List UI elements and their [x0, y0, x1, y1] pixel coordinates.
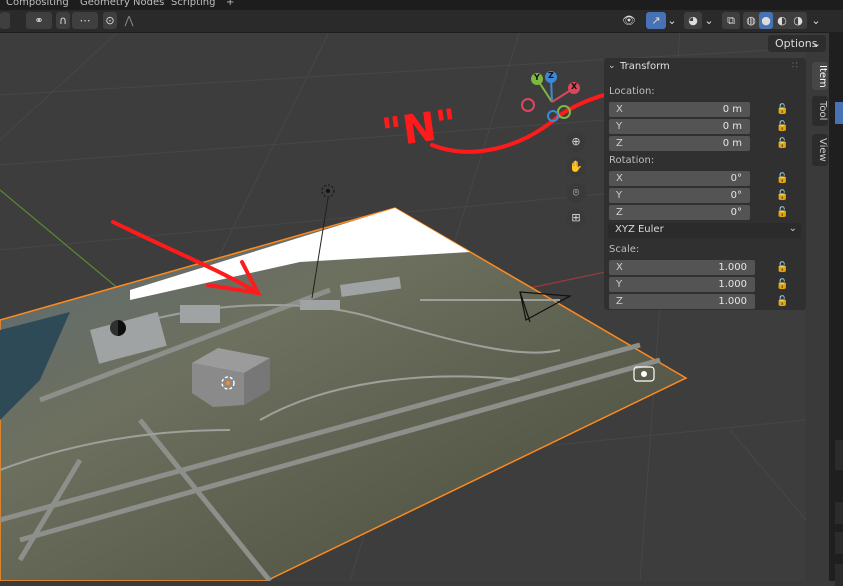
chevron-down-icon[interactable]: ⌄: [704, 12, 714, 29]
property-tab[interactable]: [835, 532, 843, 554]
axis-x-label: X: [571, 82, 578, 91]
wireframe-shading-icon[interactable]: ◍: [744, 12, 758, 29]
rotation-y-field[interactable]: Y 0°: [609, 188, 750, 203]
scale-label: Scale:: [609, 244, 640, 255]
transform-panel-title[interactable]: Transform: [620, 61, 670, 72]
axis-y-label: Y: [534, 73, 540, 82]
lock-icon[interactable]: 🔓: [776, 295, 788, 308]
zoom-icon: ⊕: [571, 135, 581, 148]
tab-view[interactable]: View: [812, 134, 828, 166]
lock-icon[interactable]: 🔓: [776, 206, 788, 219]
zoom-button[interactable]: ⊕: [566, 132, 586, 152]
terrain-plane: [0, 208, 686, 581]
xray-icon: ⧉: [727, 14, 735, 27]
rotation-x-field[interactable]: X 0°: [609, 171, 750, 186]
lock-icon[interactable]: 🔓: [776, 137, 788, 150]
link-icon: ⚭: [34, 14, 44, 27]
lock-icon[interactable]: 🔓: [776, 172, 788, 185]
gizmo-toggle[interactable]: ↗: [646, 12, 666, 29]
rotation-z-field[interactable]: Z 0°: [609, 205, 750, 220]
scale-y-field[interactable]: Y 1.000: [609, 277, 755, 292]
location-label: Location:: [609, 86, 655, 97]
ortho-toggle-button[interactable]: ⊞: [566, 208, 586, 228]
lock-icon[interactable]: 🔓: [776, 103, 788, 116]
solid-shading-icon[interactable]: ●: [759, 12, 773, 29]
lock-icon[interactable]: 🔓: [776, 261, 788, 274]
snap-toggle[interactable]: ∩: [56, 12, 70, 29]
shading-mode-group: ◍ ● ◐ ◑: [743, 12, 807, 29]
camera-icon: ⌾: [572, 186, 580, 199]
falloff-icon[interactable]: ⋀: [121, 12, 137, 29]
axis-z-label: Z: [548, 71, 554, 80]
snap-increment-icon: ⋯: [79, 14, 91, 27]
viewport-header: ⚭ ∩ ⋯ ⊙ ⋀ 👁 ↗ ⌄ ◕ ⌄ ⧉ ◍ ● ◐ ◑ ⌄: [0, 10, 843, 33]
chevron-down-icon: ⌄: [811, 37, 821, 50]
hand-pan-icon: ✋: [569, 160, 583, 173]
chevron-down-icon[interactable]: ⌄: [667, 12, 677, 29]
overlays-icon: ◕: [688, 14, 698, 27]
property-tab[interactable]: [835, 502, 843, 524]
chevron-down-icon[interactable]: ⌄: [608, 61, 616, 71]
grid-ortho-icon: ⊞: [571, 211, 581, 224]
lock-icon[interactable]: 🔓: [776, 278, 788, 291]
visibility-icon[interactable]: 👁: [616, 12, 642, 29]
overlays-toggle[interactable]: ◕: [684, 12, 702, 29]
location-x-field[interactable]: X0 m: [609, 102, 750, 117]
lock-icon[interactable]: 🔓: [776, 189, 788, 202]
tab-compositing[interactable]: Compositing: [6, 0, 69, 8]
gizmo-icon: ↗: [651, 14, 661, 27]
lock-icon[interactable]: 🔓: [776, 120, 788, 133]
camera-view-button[interactable]: ⌾: [566, 183, 586, 203]
active-indicator: [835, 102, 843, 124]
magnet-icon: ∩: [58, 14, 68, 27]
tab-scripting[interactable]: Scripting: [171, 0, 215, 8]
chevron-down-icon: ⌄: [788, 223, 797, 234]
workspace-tabs: Compositing Geometry Nodes Scripting +: [0, 0, 843, 10]
tab-item[interactable]: Item: [812, 62, 828, 90]
n-panel: ⌄ Transform ∷ Location: X0 m Y0 m Z0 m R…: [604, 58, 806, 310]
proportional-icon: ⊙: [105, 14, 115, 27]
tab-tool[interactable]: Tool: [812, 96, 828, 126]
pivot-point-button[interactable]: [0, 12, 10, 29]
rotation-label: Rotation:: [609, 155, 655, 166]
proportional-edit-toggle[interactable]: ⊙: [103, 12, 117, 29]
snap-target-button[interactable]: ⋯: [72, 12, 98, 29]
rendered-shading-icon[interactable]: ◑: [791, 12, 805, 29]
scale-x-field[interactable]: X 1.000: [609, 260, 755, 275]
sidebar-tabs: Item Tool View: [812, 58, 828, 178]
drag-handle-icon[interactable]: ∷: [792, 61, 798, 71]
property-tab[interactable]: [835, 440, 843, 470]
navigation-gizmo[interactable]: Y Z X: [520, 68, 584, 124]
options-dropdown[interactable]: Options ⌄: [768, 35, 826, 52]
material-shading-icon[interactable]: ◐: [775, 12, 789, 29]
chevron-down-icon[interactable]: ⌄: [811, 12, 821, 29]
scale-z-field[interactable]: Z 1.000: [609, 294, 755, 309]
rotation-mode-value: XYZ Euler: [615, 224, 664, 235]
tab-geometry-nodes[interactable]: Geometry Nodes: [80, 0, 164, 8]
xray-toggle[interactable]: ⧉: [722, 12, 740, 29]
pan-button[interactable]: ✋: [566, 157, 586, 177]
location-y-field[interactable]: Y0 m: [609, 119, 750, 134]
property-tab[interactable]: [835, 564, 843, 586]
transform-orientation-button[interactable]: ⚭: [26, 12, 52, 29]
add-workspace-button[interactable]: +: [226, 0, 234, 8]
properties-edge-strip: [829, 32, 843, 586]
location-z-field[interactable]: Z0 m: [609, 136, 750, 151]
y-axis-line: [0, 189, 121, 291]
rotation-mode-dropdown[interactable]: XYZ Euler ⌄: [608, 223, 801, 238]
